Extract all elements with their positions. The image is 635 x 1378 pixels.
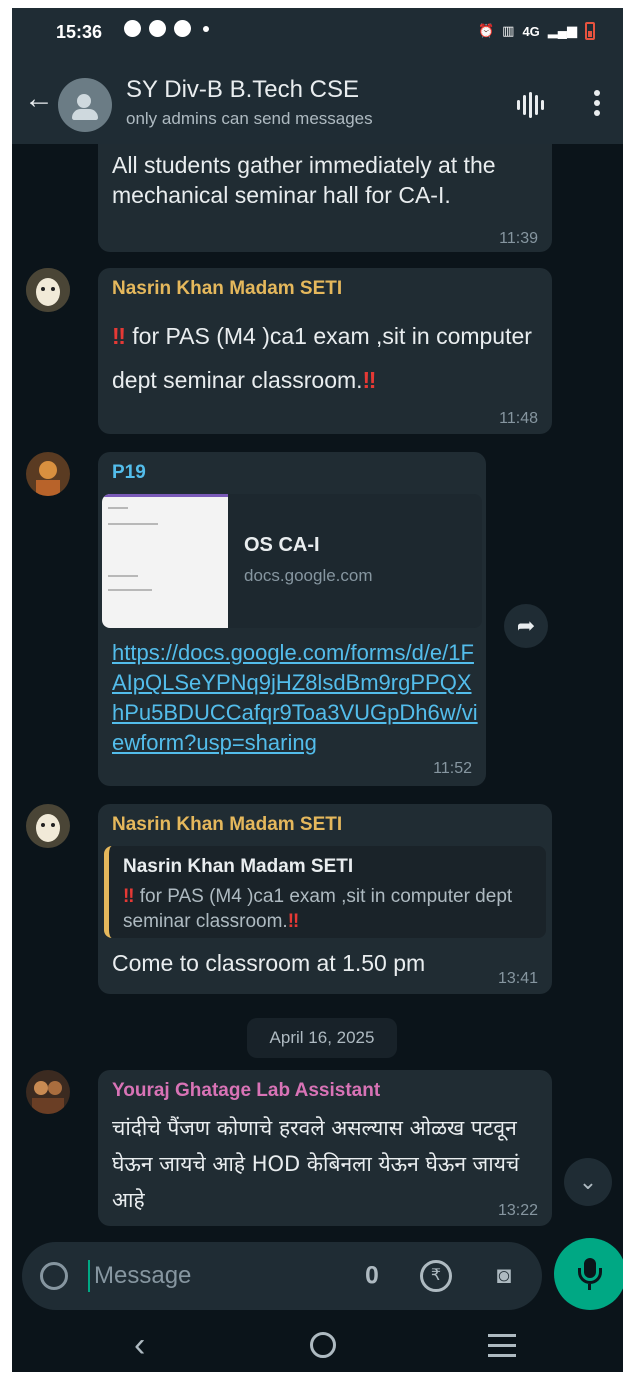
scroll-to-bottom-icon[interactable]: ⌄ bbox=[564, 1158, 612, 1206]
link-preview-card[interactable]: OS CA-I docs.google.com bbox=[102, 494, 482, 628]
message-composer[interactable]: 𝟎 ₹ ◙ bbox=[22, 1242, 542, 1310]
avatar[interactable] bbox=[26, 804, 70, 848]
message-text: All students gather immediately at the m… bbox=[112, 152, 496, 208]
app-icon bbox=[149, 20, 166, 37]
payment-icon[interactable]: ₹ bbox=[420, 1260, 452, 1292]
sender-name[interactable]: P19 bbox=[112, 462, 146, 484]
message-time: 13:22 bbox=[497, 1202, 538, 1219]
message-bubble[interactable]: P19 OS CA-I docs.google.com https://docs… bbox=[98, 452, 486, 786]
message-list[interactable]: All students gather immediately at the m… bbox=[12, 144, 623, 1244]
more-options-icon[interactable] bbox=[594, 90, 600, 120]
nav-back-icon[interactable]: ‹ bbox=[134, 1326, 145, 1365]
forward-icon[interactable]: ➦ bbox=[504, 604, 548, 648]
message-time: 11:48 bbox=[499, 410, 538, 427]
camera-icon[interactable]: ◙ bbox=[488, 1260, 520, 1292]
sender-name[interactable]: Nasrin Khan Madam SETI bbox=[112, 814, 342, 836]
vibrate-icon: ▥ bbox=[502, 23, 515, 38]
group-avatar-icon[interactable] bbox=[58, 78, 112, 132]
message-time: 13:41 bbox=[497, 970, 538, 987]
quoted-sender: Nasrin Khan Madam SETI bbox=[123, 856, 354, 877]
chat-header[interactable]: ← SY Div-B B.Tech CSE only admins can se… bbox=[12, 58, 623, 144]
notification-icons bbox=[124, 20, 209, 37]
message-text: ‼ for PAS (M4 )ca1 exam ,sit in computer… bbox=[112, 323, 532, 393]
date-separator: April 16, 2025 bbox=[247, 1018, 397, 1058]
message-bubble[interactable]: Youraj Ghatage Lab Assistant चांदीचे पैं… bbox=[98, 1070, 552, 1226]
double-exclamation-emoji: ‼ bbox=[287, 911, 300, 932]
double-exclamation-emoji: ‼ bbox=[112, 323, 126, 349]
double-exclamation-emoji: ‼ bbox=[362, 367, 377, 393]
preview-title: OS CA-I bbox=[244, 534, 320, 556]
avatar[interactable] bbox=[26, 268, 70, 312]
message-bubble[interactable]: All students gather immediately at the m… bbox=[98, 144, 552, 252]
system-icons: ⏰ ▥ 4G ▂▄▆ bbox=[478, 22, 595, 40]
system-nav-bar: ‹ bbox=[12, 1320, 623, 1372]
message-time: 11:39 bbox=[499, 230, 538, 247]
preview-domain: docs.google.com bbox=[244, 566, 373, 585]
group-title[interactable]: SY Div-B B.Tech CSE bbox=[126, 76, 359, 104]
message-input[interactable] bbox=[94, 1256, 344, 1296]
chat-bubble-icon bbox=[124, 20, 141, 37]
sender-name[interactable]: Nasrin Khan Madam SETI bbox=[112, 278, 342, 300]
mic-icon[interactable] bbox=[554, 1238, 623, 1310]
preview-thumbnail bbox=[102, 494, 228, 628]
message-text: चांदीचे पैंजण कोणाचे हरवले असल्यास ओळख प… bbox=[112, 1116, 520, 1212]
nav-home-icon[interactable] bbox=[310, 1332, 336, 1358]
quoted-text: ‼ for PAS (M4 )ca1 exam ,sit in computer… bbox=[123, 886, 513, 932]
emoji-icon[interactable] bbox=[40, 1262, 68, 1290]
group-subtitle: only admins can send messages bbox=[126, 109, 373, 128]
message-bubble[interactable]: Nasrin Khan Madam SETI Nasrin Khan Madam… bbox=[98, 804, 552, 994]
message-text: Come to classroom at 1.50 pm bbox=[112, 950, 426, 976]
signal-icon: ▂▄▆ bbox=[547, 23, 577, 38]
avatar[interactable] bbox=[26, 452, 70, 496]
double-exclamation-emoji: ‼ bbox=[123, 886, 135, 907]
battery-low-icon bbox=[585, 22, 595, 40]
avatar[interactable] bbox=[26, 1070, 70, 1114]
message-bubble[interactable]: Nasrin Khan Madam SETI ‼ for PAS (M4 )ca… bbox=[98, 268, 552, 434]
network-label: 4G bbox=[522, 23, 540, 39]
sender-name[interactable]: Youraj Ghatage Lab Assistant bbox=[112, 1080, 380, 1102]
nav-recents-icon[interactable] bbox=[488, 1334, 516, 1364]
more-notifications-icon bbox=[203, 25, 209, 32]
message-link[interactable]: https://docs.google.com/forms/d/e/1FAIpQ… bbox=[112, 638, 482, 758]
app-icon bbox=[174, 20, 191, 37]
message-time: 11:52 bbox=[433, 760, 472, 777]
back-arrow-icon[interactable]: ← bbox=[24, 84, 54, 114]
phone-screen: 15:36 ⏰ ▥ 4G ▂▄▆ ← SY Div-B B.Tech CSE o… bbox=[12, 8, 623, 1372]
alarm-icon: ⏰ bbox=[477, 23, 495, 38]
text-caret bbox=[88, 1260, 90, 1292]
quoted-message[interactable]: Nasrin Khan Madam SETI ‼ for PAS (M4 )ca… bbox=[104, 846, 546, 938]
status-time: 15:36 bbox=[56, 22, 103, 42]
attach-icon[interactable]: 𝟎 bbox=[356, 1260, 388, 1292]
voice-chat-icon[interactable] bbox=[517, 92, 544, 118]
status-bar: 15:36 ⏰ ▥ 4G ▂▄▆ bbox=[12, 8, 623, 58]
